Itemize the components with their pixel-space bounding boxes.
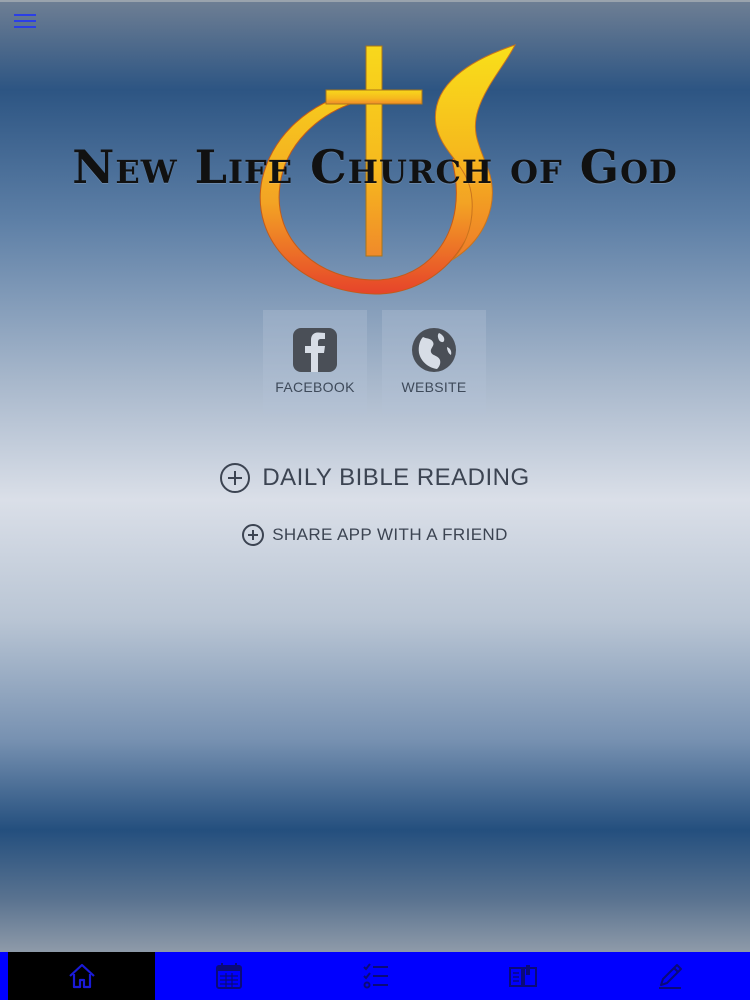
- facebook-button[interactable]: FACEBOOK: [263, 310, 367, 414]
- pencil-icon: [658, 964, 682, 989]
- hamburger-menu-icon[interactable]: [14, 14, 36, 32]
- church-title: New Life Church of God: [72, 140, 678, 194]
- home-icon: [68, 963, 95, 989]
- calendar-icon: [215, 963, 242, 989]
- facebook-icon: [293, 328, 337, 372]
- website-label: WEBSITE: [401, 379, 467, 395]
- globe-icon: [412, 328, 456, 372]
- share-app-link[interactable]: SHARE APP WITH A FRIEND: [0, 524, 750, 546]
- daily-bible-reading-label: DAILY BIBLE READING: [262, 464, 530, 491]
- plus-circle-icon: [242, 524, 265, 546]
- tab-notes[interactable]: [596, 952, 743, 1000]
- share-app-label: SHARE APP WITH A FRIEND: [272, 525, 508, 544]
- website-button[interactable]: WEBSITE: [382, 310, 486, 414]
- top-divider: [0, 0, 750, 2]
- plus-circle-icon: [220, 463, 251, 493]
- tab-home[interactable]: [8, 952, 155, 1000]
- checklist-icon: [362, 963, 388, 989]
- tab-bible[interactable]: [449, 952, 596, 1000]
- daily-bible-reading-link[interactable]: DAILY BIBLE READING: [0, 463, 750, 493]
- bottom-tab-bar: [0, 952, 750, 1000]
- tab-checklist[interactable]: [302, 952, 449, 1000]
- tab-calendar[interactable]: [155, 952, 302, 1000]
- open-book-icon: [508, 965, 537, 987]
- facebook-label: FACEBOOK: [275, 379, 355, 395]
